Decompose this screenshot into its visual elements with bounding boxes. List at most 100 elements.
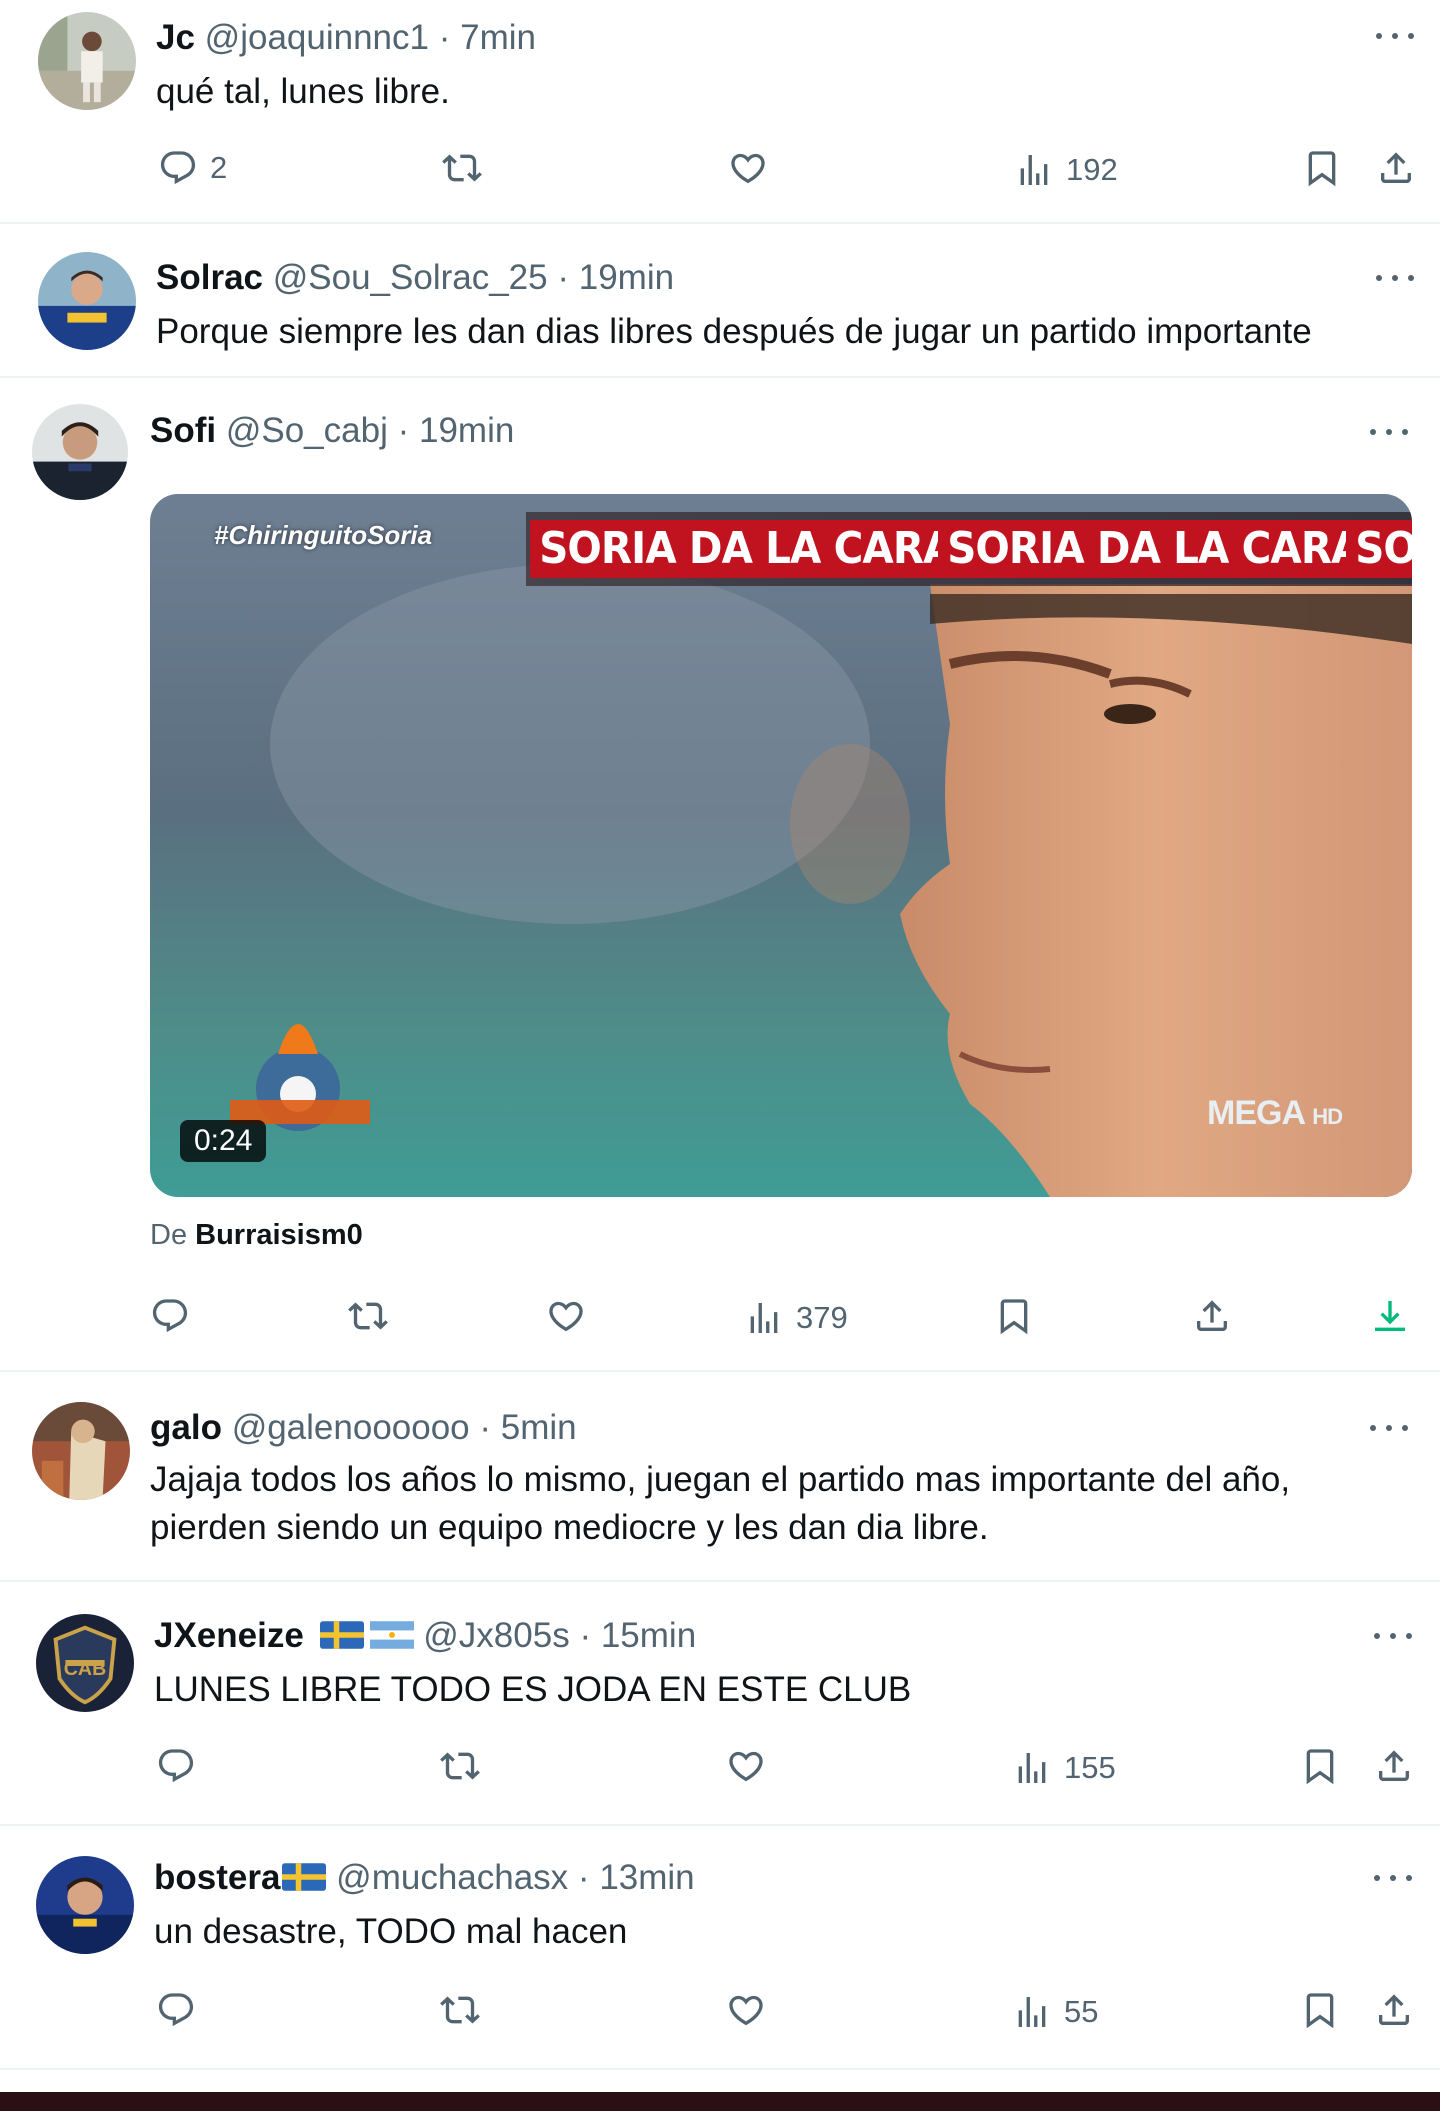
user-handle[interactable]: @Jx805s	[423, 1616, 569, 1655]
tweet[interactable]: Solrac @Sou_Solrac_25 · 19min Porque sie…	[0, 224, 1440, 376]
reply-button[interactable]: 2	[158, 148, 227, 188]
timestamp[interactable]: 13min	[599, 1858, 694, 1897]
avatar[interactable]	[38, 12, 136, 110]
more-options-icon[interactable]	[1376, 30, 1416, 42]
tweet-text: LUNES LIBRE TODO ES JODA EN ESTE CLUB	[154, 1670, 912, 1709]
retweet-button[interactable]	[442, 148, 482, 188]
source-prefix: De	[150, 1219, 188, 1251]
more-options-icon[interactable]	[1374, 1872, 1414, 1884]
download-icon	[1370, 1296, 1410, 1336]
tweet-text: Porque siempre les dan dias libres despu…	[156, 312, 1312, 351]
avatar[interactable]: CAB	[36, 1614, 134, 1712]
tweet[interactable]: galo @galenoooooo · 5min Jajaja todos lo…	[0, 1372, 1440, 1580]
bookmark-button[interactable]	[994, 1296, 1034, 1336]
share-button[interactable]	[1374, 1746, 1414, 1786]
separator-dot: ·	[577, 1858, 590, 1897]
bookmark-button[interactable]	[1302, 148, 1342, 188]
reply-icon	[156, 1990, 196, 2030]
bookmark-button[interactable]	[1300, 1990, 1340, 2030]
like-button[interactable]	[728, 148, 768, 188]
bookmark-icon	[1302, 148, 1342, 188]
channel-suffix: HD	[1312, 1104, 1343, 1129]
views-button[interactable]: 192	[1014, 150, 1118, 190]
avatar[interactable]	[32, 404, 128, 500]
heart-icon	[726, 1746, 766, 1786]
avatar[interactable]	[36, 1856, 134, 1954]
views-button[interactable]: 379	[744, 1298, 848, 1338]
user-name[interactable]: Solrac	[156, 258, 263, 297]
divider	[0, 2068, 1440, 2070]
share-button[interactable]	[1374, 1990, 1414, 2030]
tweet-header: JXeneize @Jx805s · 15min	[154, 1614, 696, 1658]
views-icon	[1014, 150, 1054, 190]
reply-icon	[150, 1296, 190, 1336]
avatar[interactable]	[38, 252, 136, 350]
more-options-icon[interactable]	[1376, 272, 1416, 284]
tweet-header: Sofi @So_cabj · 19min	[150, 409, 514, 453]
tweet[interactable]: CAB JXeneize @Jx805s · 15min LUNES LIBRE…	[0, 1582, 1440, 1824]
like-button[interactable]	[726, 1990, 766, 2030]
video-chyron: SORIA DA LA CARA SORIA DA LA CARA SO	[526, 512, 1412, 586]
like-button[interactable]	[546, 1296, 586, 1336]
user-name[interactable]: bostera	[154, 1858, 280, 1897]
more-options-icon[interactable]	[1374, 1630, 1414, 1642]
user-name[interactable]: galo	[150, 1408, 222, 1447]
retweet-button[interactable]	[348, 1296, 388, 1336]
tweet-text: qué tal, lunes libre.	[156, 72, 450, 111]
timestamp[interactable]: 7min	[460, 18, 536, 57]
share-icon	[1374, 1990, 1414, 2030]
more-options-icon[interactable]	[1370, 426, 1410, 438]
views-icon	[744, 1298, 784, 1338]
timestamp[interactable]: 19min	[579, 258, 674, 297]
more-options-icon[interactable]	[1370, 1422, 1410, 1434]
retweet-button[interactable]	[440, 1990, 480, 2030]
reply-button[interactable]	[156, 1746, 196, 1786]
download-button[interactable]	[1370, 1296, 1410, 1336]
heart-icon	[728, 148, 768, 188]
user-name[interactable]: Jc	[156, 18, 195, 57]
avatar[interactable]	[32, 1402, 130, 1500]
views-button[interactable]: 55	[1012, 1992, 1098, 2032]
views-count: 55	[1064, 1994, 1099, 2029]
video-hashtag: #ChiringuitoSoria	[214, 520, 433, 550]
share-button[interactable]	[1376, 148, 1416, 188]
reply-button[interactable]	[150, 1296, 190, 1336]
tweet[interactable]: bostera @muchachasx · 13min un desastre,…	[0, 1826, 1440, 2068]
user-handle[interactable]: @muchachasx	[336, 1858, 568, 1897]
bookmark-icon	[1300, 1746, 1340, 1786]
timestamp[interactable]: 19min	[419, 411, 514, 450]
heart-icon	[726, 1990, 766, 2030]
like-button[interactable]	[726, 1746, 766, 1786]
bookmark-button[interactable]	[1300, 1746, 1340, 1786]
retweet-button[interactable]	[440, 1746, 480, 1786]
separator-dot: ·	[479, 1408, 492, 1447]
reply-count: 2	[210, 150, 228, 185]
user-handle[interactable]: @So_cabj	[226, 411, 388, 450]
sweden-flag-icon	[282, 1862, 327, 1892]
user-name[interactable]: Sofi	[150, 411, 216, 450]
user-handle[interactable]: @galenoooooo	[232, 1408, 470, 1447]
share-button[interactable]	[1192, 1296, 1232, 1336]
svg-text:CAB: CAB	[64, 1658, 106, 1680]
retweet-icon	[440, 1990, 480, 2030]
share-icon	[1376, 148, 1416, 188]
user-handle[interactable]: @joaquinnnc1	[205, 18, 429, 57]
chyron-text: SO	[1346, 520, 1412, 578]
source-name[interactable]: Burraisism0	[195, 1219, 363, 1251]
bookmark-icon	[994, 1296, 1034, 1336]
timestamp[interactable]: 5min	[501, 1408, 577, 1447]
tweet-text: un desastre, TODO mal hacen	[154, 1912, 628, 1951]
timestamp[interactable]: 15min	[601, 1616, 696, 1655]
user-handle[interactable]: @Sou_Solrac_25	[273, 258, 548, 297]
video-player[interactable]: #ChiringuitoSoria SORIA DA LA CARA SORIA…	[150, 494, 1412, 1197]
share-icon	[1374, 1746, 1414, 1786]
tweet-header: Jc @joaquinnnc1 · 7min	[156, 16, 536, 60]
views-button[interactable]: 155	[1012, 1748, 1116, 1788]
tweet-text-line: pierden siendo un equipo mediocre y les …	[150, 1508, 989, 1547]
reply-button[interactable]	[156, 1990, 196, 2030]
channel-name: MEGA	[1207, 1094, 1305, 1132]
user-name[interactable]: JXeneize	[154, 1616, 304, 1655]
tweet-header: bostera @muchachasx · 13min	[154, 1856, 695, 1900]
chyron-text: SORIA DA LA CARA	[938, 520, 1371, 578]
tweet[interactable]: Jc @joaquinnnc1 · 7min qué tal, lunes li…	[0, 0, 1440, 222]
